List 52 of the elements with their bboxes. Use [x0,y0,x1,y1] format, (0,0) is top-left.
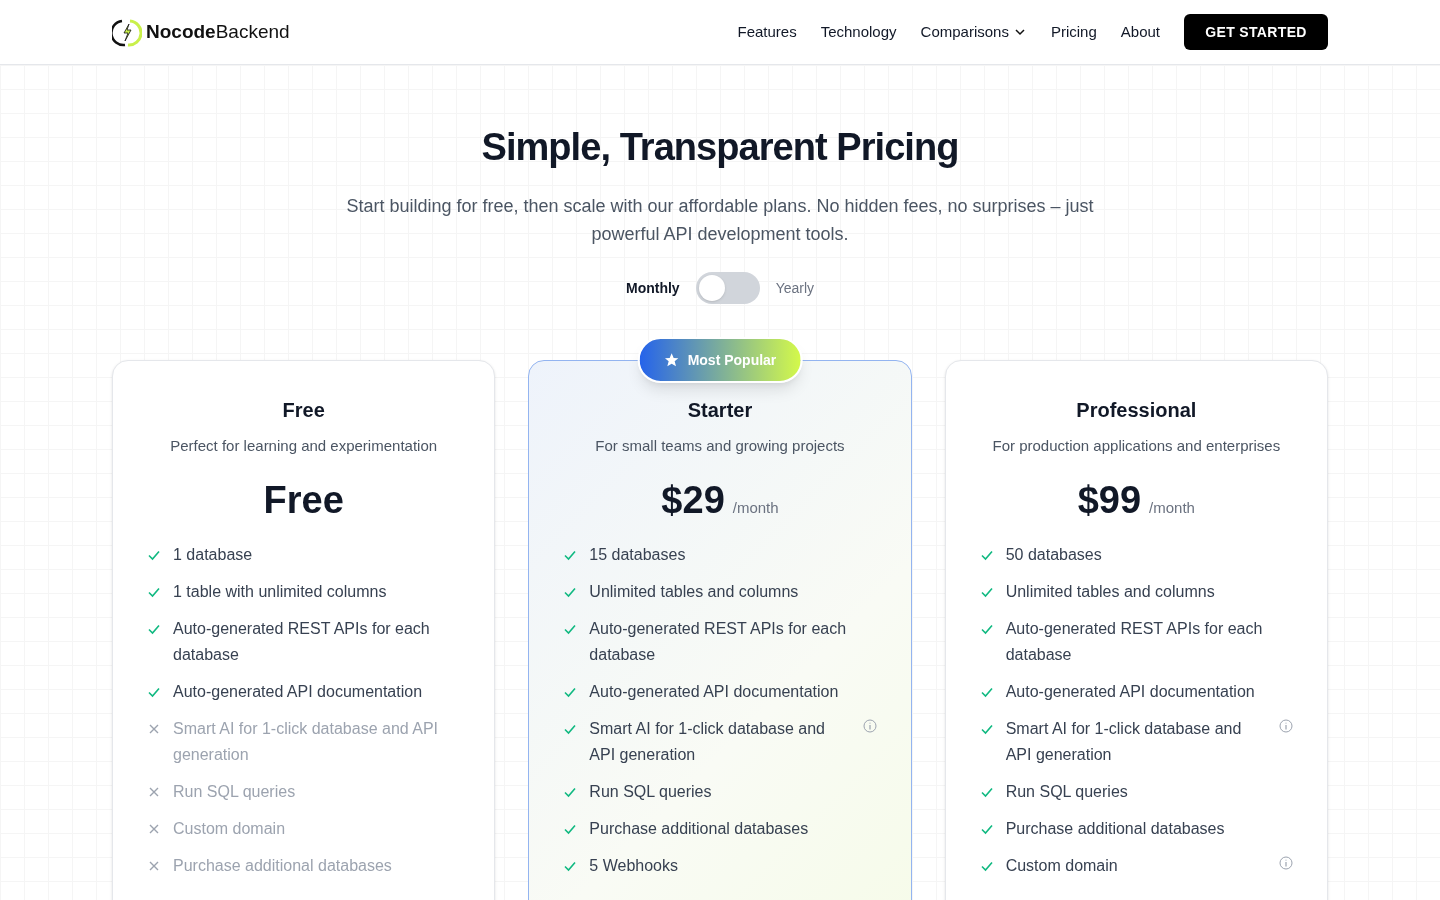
nav-link[interactable]: Pricing [1050,20,1097,44]
feature-text: Auto-generated API documentation [1005,681,1256,702]
feature-text: Purchase additional databases [1005,818,1226,839]
feature-text: Auto-generated API documentation [173,681,424,702]
feature-text: 50 databases [1005,544,1103,565]
feature-text: Smart AI for 1-click database and API generation [1005,718,1243,765]
feature-text: Run SQL queries [173,781,297,802]
feature-text: Smart AI for 1-click database and API generation [173,718,440,765]
star-icon [663,352,680,368]
price-period: /month [732,497,779,518]
feature-text: 15 databases [589,544,687,565]
nav-link[interactable]: Technology [820,20,897,44]
nav-link[interactable]: Features [737,20,797,44]
billing-option[interactable]: Yearly [775,277,815,299]
info-icon[interactable] [1279,718,1293,733]
page-title: Simple, Transparent Pricing [481,125,959,170]
plan-name: Professional [1075,398,1198,423]
feature-text: Run SQL queries [1005,781,1129,802]
nav-link[interactable]: Comparisons [920,20,1027,44]
billing-toggle[interactable] [695,272,760,304]
feature-text: Custom domain [1005,855,1119,876]
feature-text: 1 table with unlimited columns [173,581,388,602]
info-icon[interactable] [862,718,877,733]
page-subtitle: Start building for free, then scale with our affordable plans. No hidden fees, no surprises – just powerful API development tools. [345,195,1095,246]
plan-description: For small teams and growing projects [594,436,846,456]
plan-price: Free [263,477,344,523]
feature-text: Purchase additional databases [173,855,393,876]
feature-text: 5 Webhooks [589,855,679,876]
feature-text: Auto-generated REST APIs for each database [589,618,848,665]
price-period: /month [1149,497,1195,518]
feature-text: Auto-generated API documentation [589,681,840,702]
badge-label: Most Popular [687,350,777,370]
plan-description: Perfect for learning and experimentation [169,436,439,456]
plan-price: $99 [1077,477,1142,523]
info-icon[interactable] [1279,855,1293,870]
feature-text: Auto-generated REST APIs for each database [1005,618,1264,665]
logo-text[interactable]: NocodeBackend [146,17,290,47]
billing-option[interactable]: Monthly [625,277,680,299]
nav-link[interactable]: About [1120,20,1160,44]
get-started-button[interactable]: GET STARTED [1184,14,1328,50]
feature-text: Smart AI for 1-click database and API generation [589,718,826,765]
plan-name: Free [281,398,326,423]
plan-price: $29 [661,477,725,523]
plan-name: Starter [686,398,754,423]
feature-text: Purchase additional databases [589,818,810,839]
plan-description: For production applications and enterprises [991,436,1282,456]
feature-text: Auto-generated REST APIs for each database [173,618,431,665]
feature-text: Unlimited tables and columns [1005,581,1216,602]
feature-text: Custom domain [173,818,287,839]
feature-text: Run SQL queries [589,781,713,802]
feature-text: Unlimited tables and columns [589,581,800,602]
feature-text: 1 database [173,544,254,565]
